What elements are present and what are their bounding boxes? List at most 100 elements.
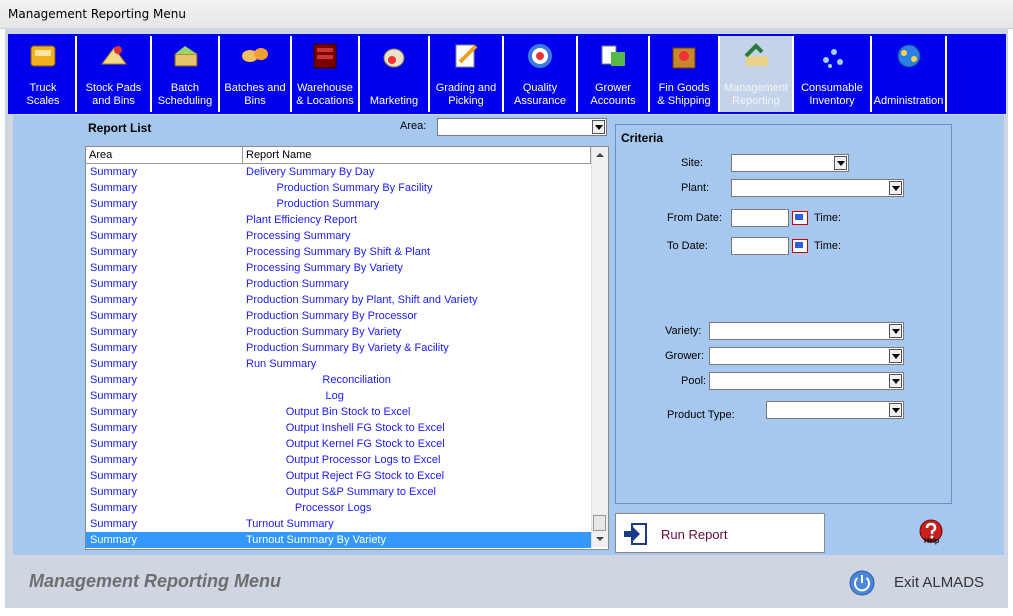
toolbar-button-batches-bins[interactable]: Batches and Bins xyxy=(220,36,292,112)
row-report-name: Output Reject FG Stock to Excel xyxy=(246,470,445,482)
to-date-field[interactable] xyxy=(731,237,789,255)
grower-accounts-icon xyxy=(601,45,625,66)
warehouse-icon xyxy=(313,43,337,69)
table-row[interactable]: Summary Processing Summary xyxy=(86,228,591,244)
row-area: Summary xyxy=(90,230,138,242)
chevron-down-icon[interactable] xyxy=(889,181,902,195)
site-label: Site: xyxy=(681,157,704,169)
row-report-name: Output Kernel FG Stock to Excel xyxy=(246,438,445,450)
table-row[interactable]: Summary Log xyxy=(86,388,591,404)
row-report-name: Output Bin Stock to Excel xyxy=(246,406,411,418)
product-type-dropdown[interactable] xyxy=(766,401,904,419)
row-area: Summary xyxy=(90,502,138,514)
scroll-up-icon[interactable] xyxy=(592,147,608,163)
exit-label: Exit ALMADS xyxy=(894,574,985,591)
row-report-name: Output Processor Logs to Excel xyxy=(246,454,441,466)
table-row[interactable]: Summary Production Summary xyxy=(86,276,591,292)
plant-label: Plant: xyxy=(681,182,710,194)
site-dropdown[interactable] xyxy=(731,154,849,172)
toolbar-button-truck-scales[interactable]: Truck Scales xyxy=(11,36,77,112)
row-area: Summary xyxy=(90,534,138,546)
table-row[interactable]: Summary Turnout Summary xyxy=(86,516,591,532)
table-row[interactable]: Summary Output Inshell FG Stock to Excel xyxy=(86,420,591,436)
row-report-name: Delivery Summary By Day xyxy=(246,166,375,178)
to-time-label: Time: xyxy=(814,240,842,252)
table-row[interactable]: Summary Production Summary by Plant, Shif… xyxy=(86,292,591,308)
table-row[interactable]: Summary Run Summary xyxy=(86,356,591,372)
table-row[interactable]: Summary Plant Efficiency Report xyxy=(86,212,591,228)
chevron-down-icon[interactable] xyxy=(889,374,902,388)
toolbar-button-grower-accounts[interactable]: Grower Accounts xyxy=(578,36,650,112)
report-rows: Summary Delivery Summary By Day Summary Pr… xyxy=(86,164,591,548)
to-date-label: To Date: xyxy=(667,240,708,252)
exit-button[interactable]: Exit ALMADS xyxy=(848,569,998,597)
toolbar-button-batch-scheduling[interactable]: Batch Scheduling xyxy=(152,36,220,112)
chevron-down-icon[interactable] xyxy=(889,349,902,363)
row-report-name: Production Summary by Plant, Shift and V… xyxy=(246,294,478,306)
chevron-down-icon[interactable] xyxy=(889,403,902,417)
pool-dropdown[interactable] xyxy=(709,372,904,390)
grower-dropdown[interactable] xyxy=(709,347,904,365)
help-button[interactable]: Help xyxy=(918,519,944,545)
footer-title: Management Reporting Menu xyxy=(29,571,282,591)
toolbar-button-consumable-inventory[interactable]: Consumable Inventory xyxy=(794,36,872,112)
toolbar-button-grading[interactable]: Grading and Picking xyxy=(430,36,504,112)
management-reporting-icon xyxy=(744,43,768,66)
table-row[interactable]: Summary Reconciliation xyxy=(86,372,591,388)
table-row[interactable]: Summary Turnout Summary By Variety xyxy=(86,532,591,548)
column-header-area[interactable]: Area xyxy=(86,147,243,163)
table-row[interactable]: Summary Production Summary By Processor xyxy=(86,308,591,324)
report-list[interactable]: Area Report Name Summary Delivery Summary… xyxy=(85,146,609,550)
row-report-name: Production Summary xyxy=(246,278,349,290)
toolbar-button-stock-pads[interactable]: Stock Pads and Bins xyxy=(77,36,152,112)
scroll-down-icon[interactable] xyxy=(592,531,608,547)
toolbar-button-management-reporting[interactable]: Management Reporting xyxy=(720,36,794,112)
area-dropdown[interactable] xyxy=(437,118,607,136)
calendar-icon[interactable] xyxy=(792,211,808,225)
chevron-down-icon[interactable] xyxy=(889,324,902,338)
row-report-name: Plant Efficiency Report xyxy=(246,214,358,226)
table-row[interactable]: Summary Processor Logs xyxy=(86,500,591,516)
toolbar-button-marketing[interactable]: Marketing xyxy=(360,36,430,112)
title-bar: Management Reporting Menu xyxy=(0,0,1013,29)
table-row[interactable]: Summary Production Summary xyxy=(86,196,591,212)
column-header-report-name[interactable]: Report Name xyxy=(243,147,591,163)
row-report-name: Run Summary xyxy=(246,358,317,370)
variety-dropdown[interactable] xyxy=(709,322,904,340)
table-row[interactable]: Summary Output Processor Logs to Excel xyxy=(86,452,591,468)
scroll-thumb[interactable] xyxy=(593,515,606,531)
chevron-down-icon[interactable] xyxy=(592,120,605,134)
toolbar-button-warehouse[interactable]: Warehouse & Locations xyxy=(292,36,360,112)
table-row[interactable]: Summary Processing Summary By Variety xyxy=(86,260,591,276)
row-area: Summary xyxy=(90,486,138,498)
toolbar-button-fin-goods[interactable]: Fin Goods & Shipping xyxy=(650,36,720,112)
row-area: Summary xyxy=(90,374,138,386)
variety-label: Variety: xyxy=(665,325,702,337)
run-report-button[interactable]: Run Report xyxy=(615,513,825,553)
from-date-field[interactable] xyxy=(731,209,789,227)
table-row[interactable]: Summary Output Kernel FG Stock to Excel xyxy=(86,436,591,452)
row-area: Summary xyxy=(90,358,138,370)
row-report-name: Output S&P Summary to Excel xyxy=(246,486,436,498)
table-row[interactable]: Summary Output Reject FG Stock to Excel xyxy=(86,468,591,484)
table-row[interactable]: Summary Production Summary By Variety & F… xyxy=(86,340,591,356)
table-row[interactable]: Summary Production Summary By Variety xyxy=(86,324,591,340)
calendar-icon[interactable] xyxy=(792,239,808,253)
table-row[interactable]: Summary Output S&P Summary to Excel xyxy=(86,484,591,500)
quality-icon xyxy=(528,44,552,68)
toolbar-button-label: Grower Accounts xyxy=(590,82,636,107)
table-row[interactable]: Summary Delivery Summary By Day xyxy=(86,164,591,180)
chevron-down-icon[interactable] xyxy=(834,156,847,170)
table-row[interactable]: Summary Production Summary By Facility xyxy=(86,180,591,196)
plant-dropdown[interactable] xyxy=(731,179,904,197)
report-list-header: Area Report Name xyxy=(86,147,591,164)
table-row[interactable]: Summary Output Bin Stock to Excel xyxy=(86,404,591,420)
report-list-scrollbar[interactable] xyxy=(591,147,608,547)
row-report-name: Production Summary By Variety xyxy=(246,326,402,338)
row-report-name: Production Summary By Facility xyxy=(246,182,433,194)
table-row[interactable]: Summary Processing Summary By Shift & Pla… xyxy=(86,244,591,260)
toolbar-button-administration[interactable]: Administration xyxy=(872,36,947,112)
toolbar-button-label: Batch Scheduling xyxy=(157,82,213,107)
administration-icon xyxy=(897,44,920,68)
toolbar-button-quality[interactable]: Quality Assurance xyxy=(504,36,578,112)
